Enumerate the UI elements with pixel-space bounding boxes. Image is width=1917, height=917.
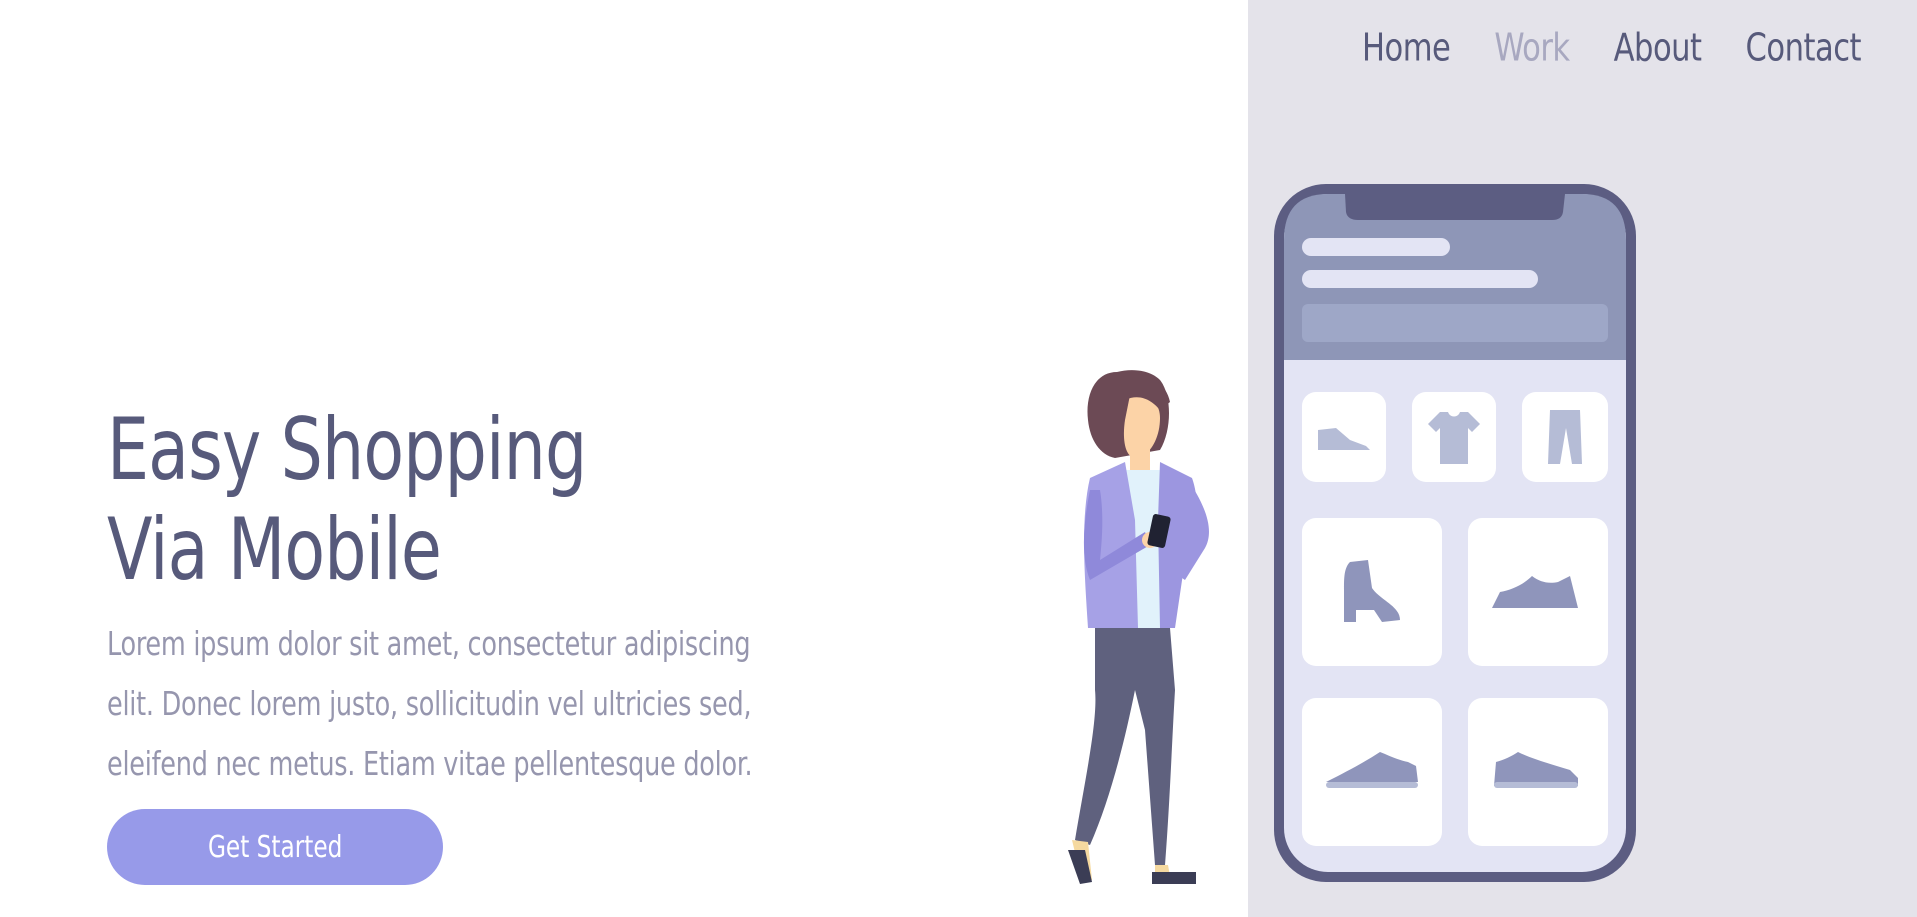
nav-home-link[interactable]: Home (1362, 26, 1451, 71)
get-started-label: Get Started (207, 829, 343, 865)
hero-title-line-2: Via Mobile (107, 500, 442, 600)
hero-section: Easy Shopping Via Mobile Lorem ipsum dol… (107, 400, 827, 794)
nav-about-link[interactable]: About (1614, 26, 1702, 71)
hero-title-line-1: Easy Shopping (107, 400, 587, 500)
nav-contact-link[interactable]: Contact (1746, 26, 1862, 71)
right-panel-background (1248, 0, 1917, 917)
hero-description: Lorem ipsum dolor sit amet, consectetur … (107, 624, 753, 783)
nav-work-link[interactable]: Work (1494, 26, 1570, 71)
get-started-button[interactable]: Get Started (107, 809, 443, 885)
hero-title: Easy Shopping Via Mobile (107, 400, 726, 600)
main-navigation: Home Work About Contact (1362, 26, 1862, 71)
woman-figure-illustration (1068, 370, 1209, 884)
